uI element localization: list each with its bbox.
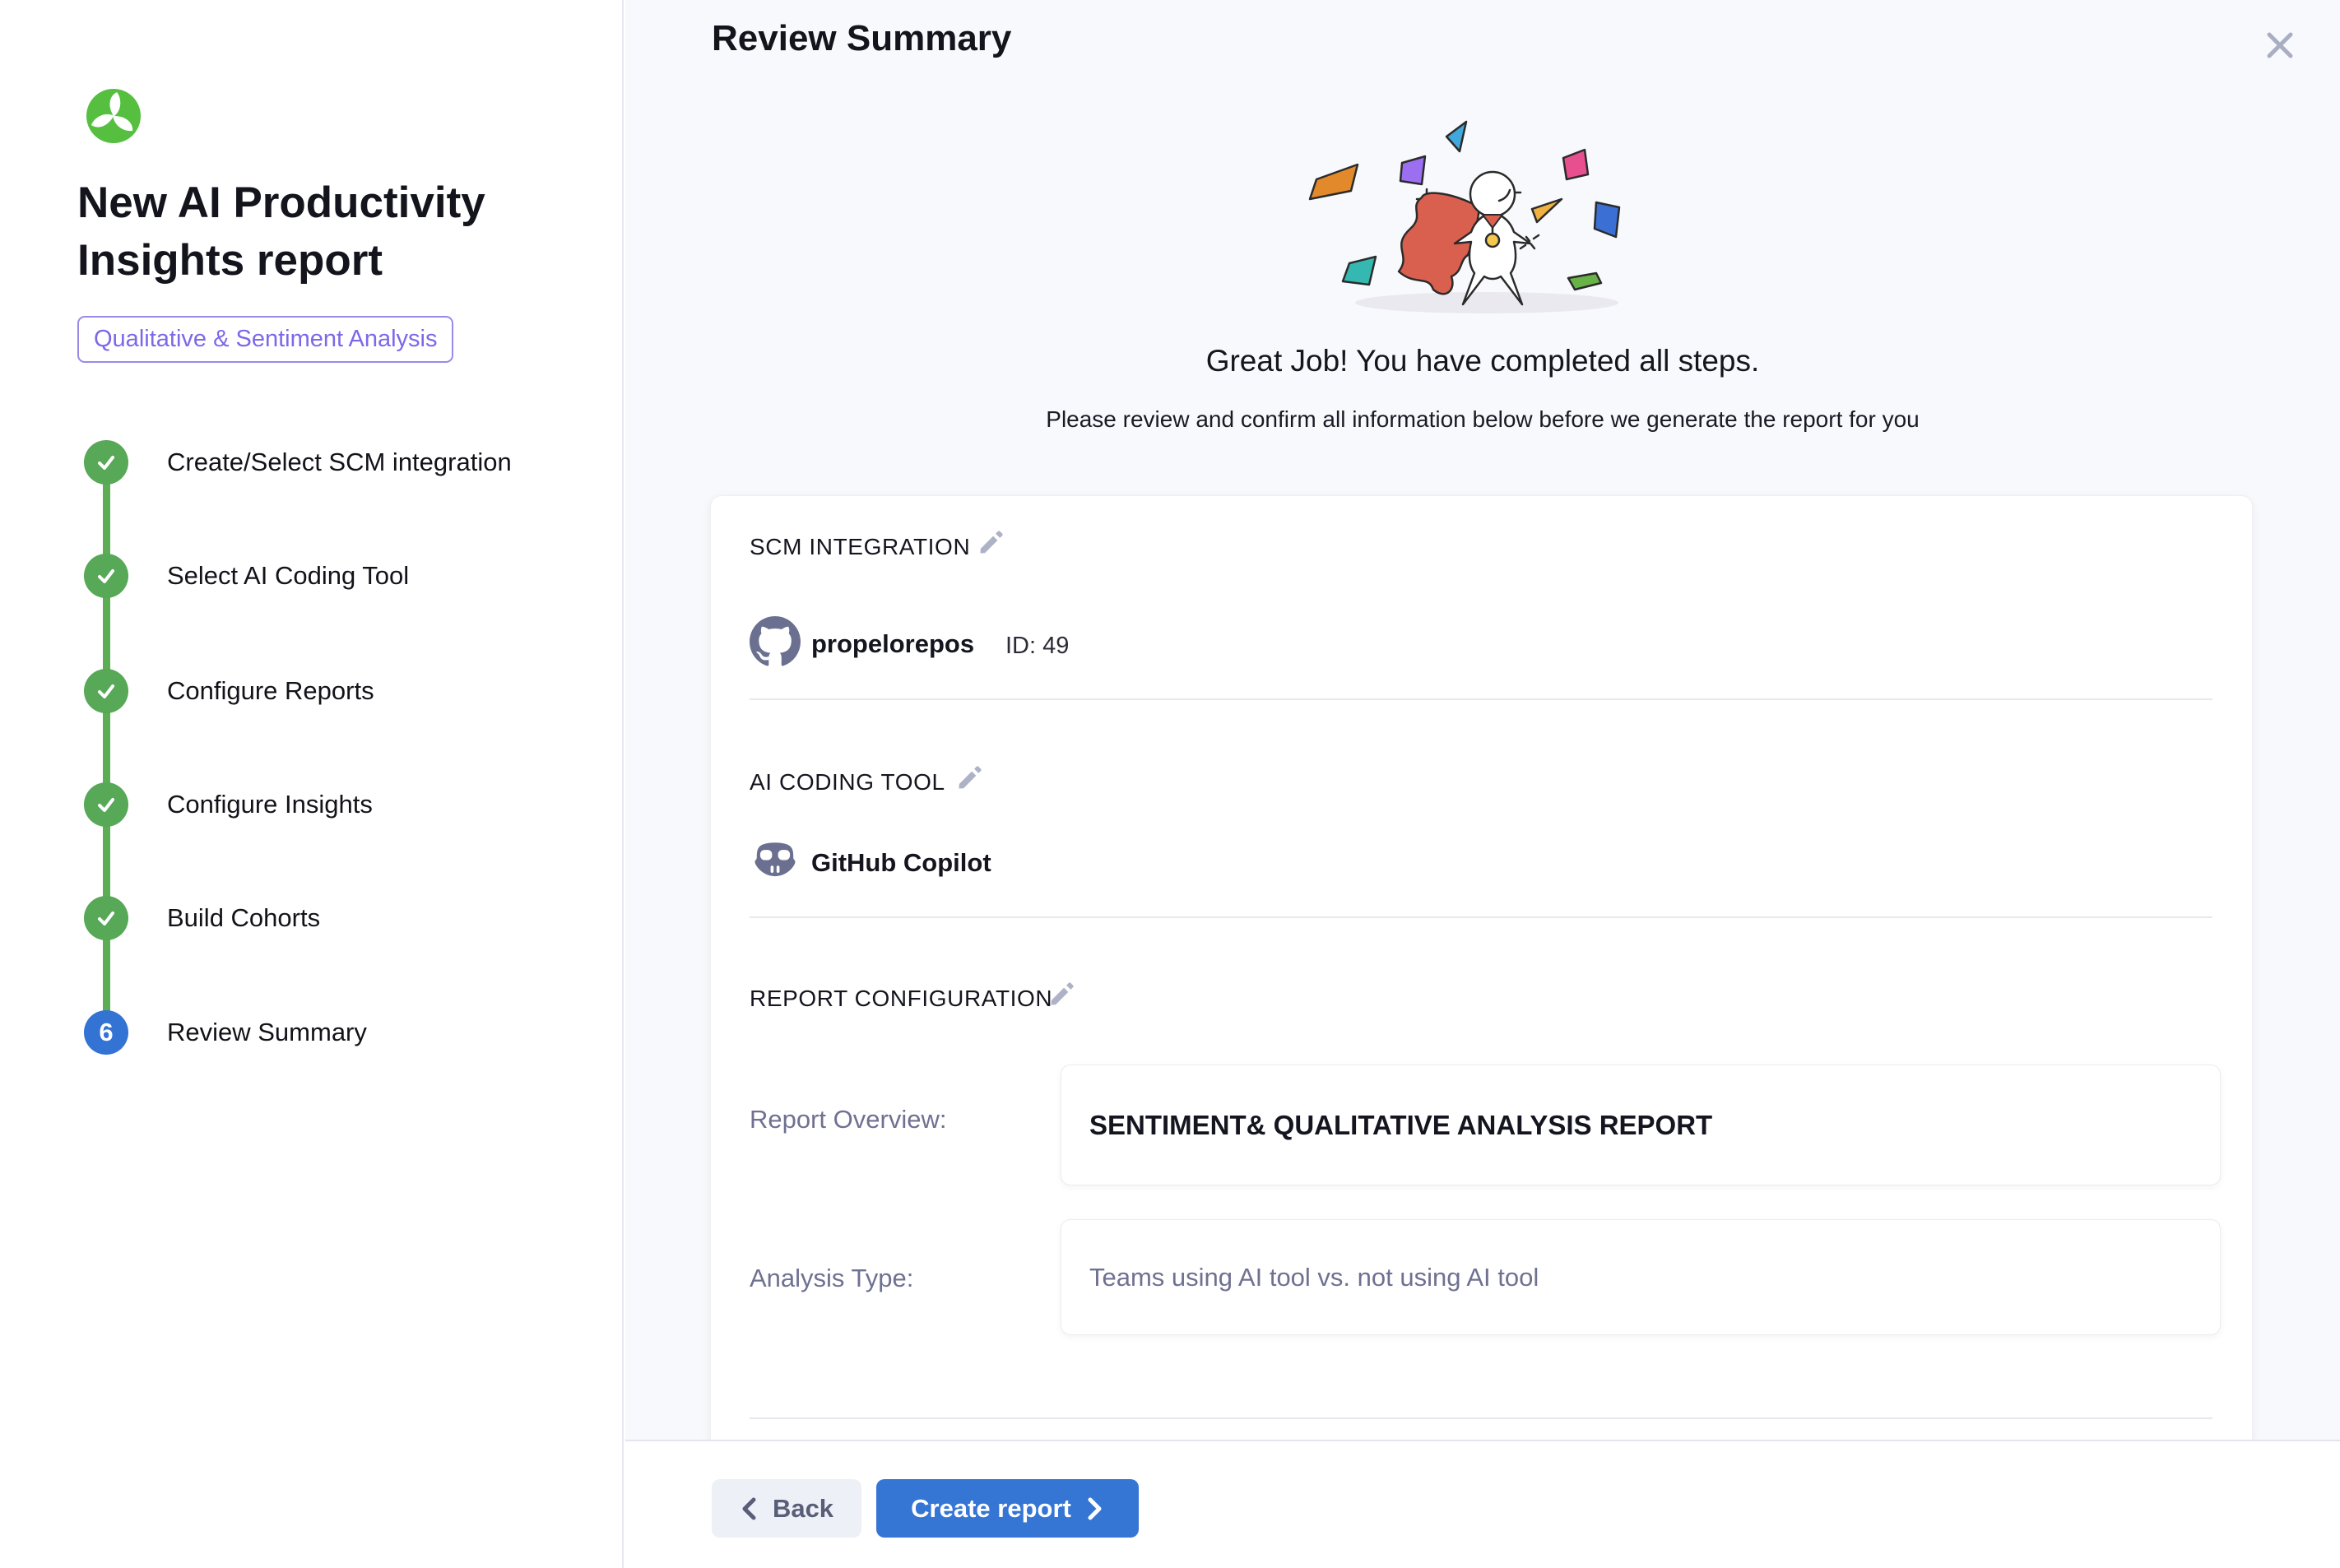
section-divider bbox=[750, 698, 2212, 700]
analysis-type-label: Analysis Type: bbox=[750, 1264, 913, 1293]
edit-ai-coding-tool-pencil-icon[interactable] bbox=[954, 763, 986, 794]
review-summary-panel: Review Summary bbox=[625, 0, 2340, 1440]
superhero-celebration-illustration bbox=[1285, 115, 1680, 329]
back-button[interactable]: Back bbox=[712, 1479, 861, 1538]
scm-integration-name: propelorepos bbox=[811, 626, 974, 662]
step-label: Review Summary bbox=[167, 1010, 367, 1055]
close-icon[interactable] bbox=[2259, 25, 2301, 66]
report-type-badge: Qualitative & Sentiment Analysis bbox=[77, 316, 453, 363]
step-connector-line bbox=[103, 462, 110, 1032]
congrats-heading: Great Job! You have completed all steps. bbox=[625, 344, 2340, 378]
github-icon bbox=[750, 616, 801, 671]
propelo-logo-icon bbox=[85, 87, 142, 145]
chevron-left-icon bbox=[740, 1496, 759, 1521]
step-done-check-icon bbox=[84, 896, 128, 940]
step-done-check-icon bbox=[84, 782, 128, 827]
ai-coding-tool-name: GitHub Copilot bbox=[811, 845, 991, 881]
chevron-right-icon bbox=[1084, 1496, 1104, 1521]
step-label: Configure Insights bbox=[167, 782, 373, 827]
step-current-number-badge: 6 bbox=[84, 1010, 128, 1055]
edit-report-configuration-pencil-icon[interactable] bbox=[1047, 979, 1078, 1010]
edit-scm-integration-pencil-icon[interactable] bbox=[976, 527, 1007, 559]
analysis-type-value: Teams using AI tool vs. not using AI too… bbox=[1089, 1263, 1539, 1292]
scm-integration-section-label: SCM INTEGRATION bbox=[750, 534, 970, 560]
report-overview-label: Report Overview: bbox=[750, 1105, 946, 1134]
scm-integration-id: ID: 49 bbox=[1005, 631, 1069, 661]
section-divider bbox=[750, 916, 2212, 918]
analysis-type-value-box: Teams using AI tool vs. not using AI too… bbox=[1061, 1219, 2221, 1335]
ai-coding-tool-section-label: AI CODING TOOL bbox=[750, 769, 945, 796]
page-title: Review Summary bbox=[712, 18, 1011, 59]
create-report-button[interactable]: Create report bbox=[876, 1479, 1139, 1538]
step-done-check-icon bbox=[84, 669, 128, 713]
step-label: Select AI Coding Tool bbox=[167, 554, 409, 598]
step-label: Configure Reports bbox=[167, 669, 374, 713]
report-overview-value-box: SENTIMENT& QUALITATIVE ANALYSIS REPORT bbox=[1061, 1065, 2221, 1185]
step-label: Create/Select SCM integration bbox=[167, 440, 512, 485]
step-number: 6 bbox=[99, 1018, 113, 1047]
report-overview-value: SENTIMENT& QUALITATIVE ANALYSIS REPORT bbox=[1089, 1110, 1712, 1141]
report-wizard-title: New AI Productivity Insights report bbox=[77, 174, 538, 290]
step-done-check-icon bbox=[84, 554, 128, 598]
back-button-label: Back bbox=[773, 1494, 833, 1524]
create-report-button-label: Create report bbox=[911, 1494, 1071, 1524]
report-configuration-section-label: REPORT CONFIGURATION bbox=[750, 986, 1052, 1012]
step-label: Build Cohorts bbox=[167, 896, 320, 940]
wizard-sidebar: New AI Productivity Insights report Qual… bbox=[0, 0, 624, 1568]
congrats-subheading: Please review and confirm all informatio… bbox=[625, 406, 2340, 433]
app-window: New AI Productivity Insights report Qual… bbox=[0, 0, 2340, 1568]
summary-card: SCM INTEGRATION propelorepos ID: 49 AI C… bbox=[710, 495, 2253, 1440]
step-done-check-icon bbox=[84, 440, 128, 485]
github-copilot-icon bbox=[750, 835, 801, 890]
section-divider bbox=[750, 1417, 2212, 1419]
wizard-footer: Back Create report bbox=[625, 1440, 2340, 1568]
